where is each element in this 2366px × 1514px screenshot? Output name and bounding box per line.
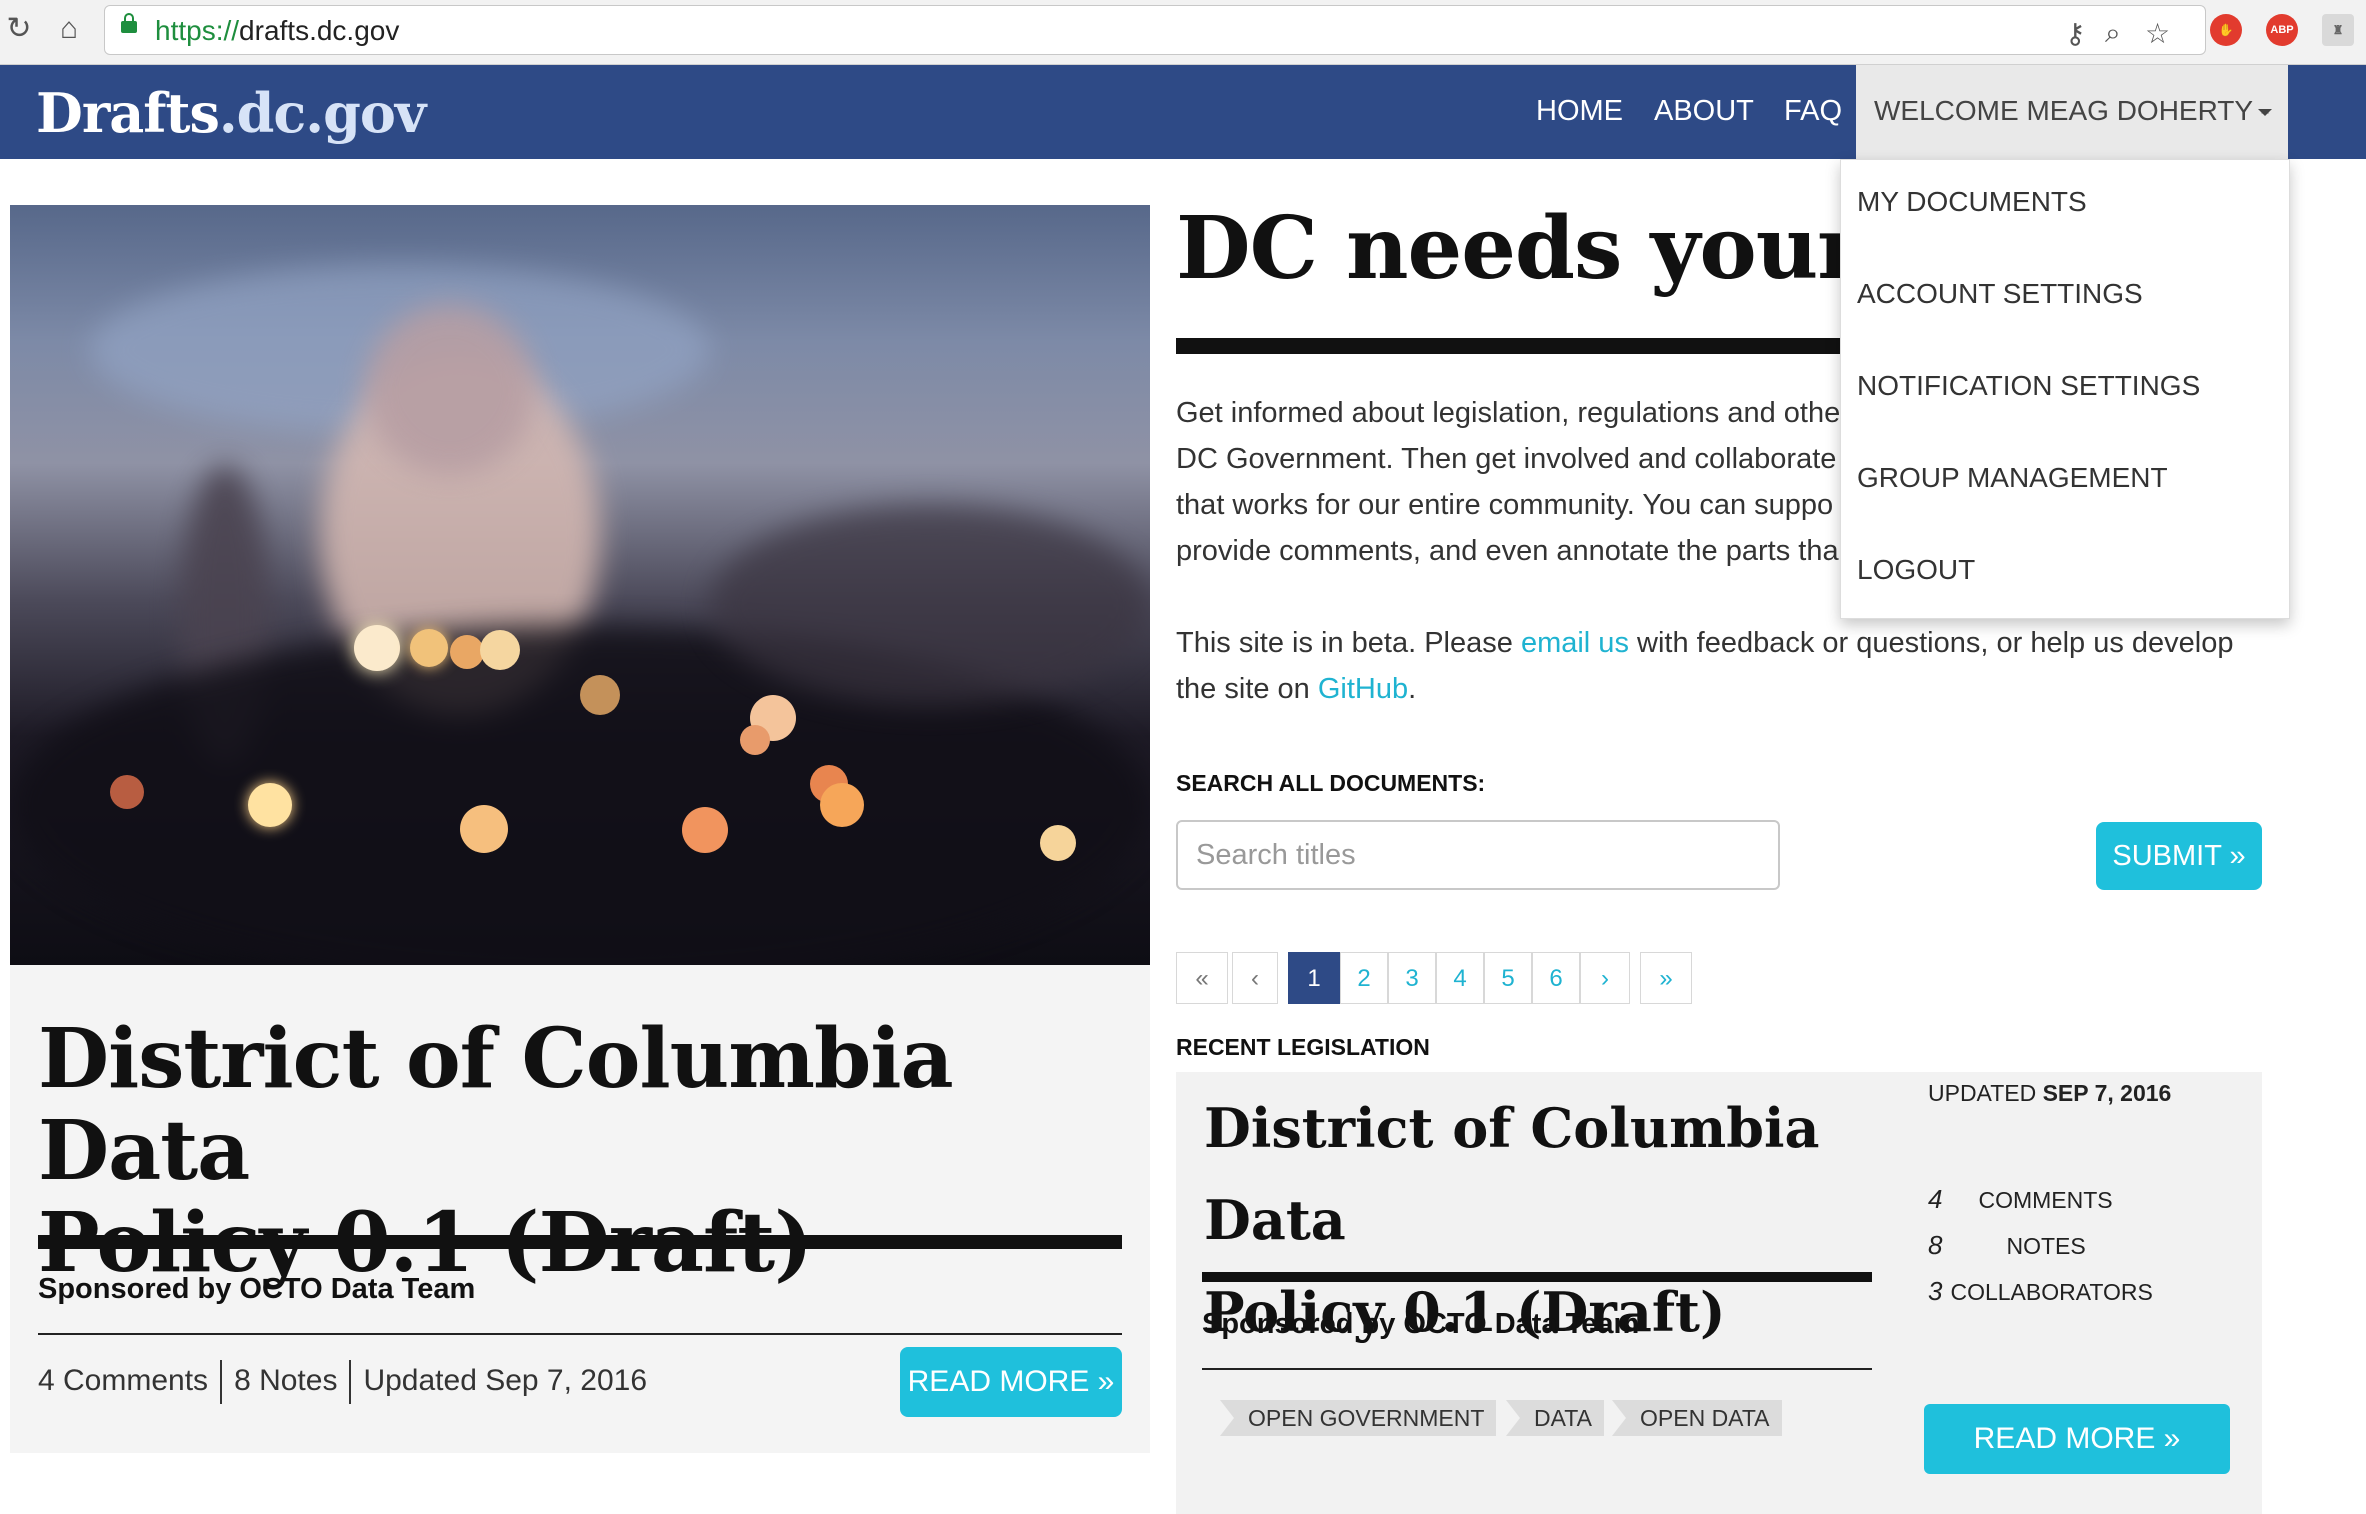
github-link[interactable]: GitHub: [1318, 673, 1408, 705]
page-2[interactable]: 2: [1340, 952, 1388, 1004]
recent-sponsor: Sponsored by OCTO Data Team: [1202, 1308, 1640, 1340]
menu-account-settings[interactable]: ACCOUNT SETTINGS: [1857, 278, 2143, 310]
extension-icon[interactable]: ♜: [2322, 14, 2354, 46]
recent-read-more-button[interactable]: READ MORE »: [1924, 1404, 2230, 1474]
recent-legislation-card: District of Columbia Data Policy 0.1 (Dr…: [1176, 1072, 2262, 1514]
page-5[interactable]: 5: [1484, 952, 1532, 1004]
submit-button[interactable]: SUBMIT »: [2096, 822, 2262, 890]
page-first[interactable]: «: [1176, 952, 1228, 1004]
welcome-text: WELCOME MEAG DOHERTY -: [1874, 95, 2270, 126]
page-1[interactable]: 1: [1288, 952, 1340, 1004]
page-next[interactable]: ›: [1580, 952, 1630, 1004]
menu-notification-settings[interactable]: NOTIFICATION SETTINGS: [1857, 370, 2200, 402]
search-input[interactable]: [1176, 820, 1780, 890]
notes-count: 8 Notes: [234, 1363, 338, 1397]
divider: [1202, 1368, 1872, 1370]
user-dropdown-menu: MY DOCUMENTS ACCOUNT SETTINGS NOTIFICATI…: [1840, 159, 2290, 619]
email-us-link[interactable]: email us: [1521, 627, 1629, 659]
key-icon[interactable]: ⚷: [2065, 17, 2086, 50]
search-label: SEARCH ALL DOCUMENTS:: [1176, 770, 1486, 796]
page-headline: DC needs your v: [1176, 198, 1940, 299]
tag-open-data[interactable]: OPEN DATA: [1612, 1400, 1782, 1436]
page-prev[interactable]: ‹: [1232, 952, 1278, 1004]
page-3[interactable]: 3: [1388, 952, 1436, 1004]
feature-card: District of Columbia Data Policy 0.1 (Dr…: [10, 965, 1150, 1453]
site-navbar: Drafts.dc.gov HOME ABOUT FAQ WELCOME MEA…: [0, 65, 2366, 159]
nav-home[interactable]: HOME: [1536, 95, 1623, 128]
divider: [1202, 1272, 1872, 1282]
feature-read-more-button[interactable]: READ MORE »: [900, 1347, 1122, 1417]
address-bar[interactable]: https://drafts.dc.gov ⚷ ⌕ ☆: [104, 5, 2206, 55]
caret-down-icon: [2258, 109, 2272, 116]
stat-notes: 8 NOTES: [1928, 1230, 2086, 1260]
menu-my-documents[interactable]: MY DOCUMENTS: [1857, 186, 2087, 218]
adblock-extension-icon[interactable]: ABP: [2266, 14, 2298, 46]
stat-comments: 4 COMMENTS: [1928, 1184, 2113, 1214]
hero-image: [10, 205, 1150, 965]
user-menu-toggle[interactable]: WELCOME MEAG DOHERTY -: [1856, 65, 2288, 159]
menu-logout[interactable]: LOGOUT: [1857, 554, 1975, 586]
comments-count: 4 Comments: [38, 1363, 209, 1397]
stat-collaborators: 3 COLLABORATORS: [1928, 1276, 2153, 1306]
recent-updated: UPDATED SEP 7, 2016: [1928, 1080, 2172, 1106]
page-6[interactable]: 6: [1532, 952, 1580, 1004]
divider: [38, 1235, 1122, 1249]
home-icon[interactable]: ⌂: [52, 12, 86, 46]
menu-group-management[interactable]: GROUP MANAGEMENT: [1857, 462, 2168, 494]
stop-extension-icon[interactable]: ✋: [2210, 14, 2242, 46]
page-last[interactable]: »: [1640, 952, 1692, 1004]
site-logo[interactable]: Drafts.dc.gov: [36, 81, 426, 145]
secure-lock-icon: [121, 13, 137, 33]
page-4[interactable]: 4: [1436, 952, 1484, 1004]
recent-legislation-label: RECENT LEGISLATION: [1176, 1034, 1430, 1060]
url-text: https://drafts.dc.gov: [155, 15, 400, 46]
browser-toolbar: ↻ ⌂ https://drafts.dc.gov ⚷ ⌕ ☆ ✋ ABP ♜: [0, 0, 2366, 65]
divider: [38, 1333, 1122, 1335]
bookmark-star-icon[interactable]: ☆: [2145, 17, 2170, 50]
nav-about[interactable]: ABOUT: [1654, 95, 1754, 128]
feature-meta: 4 Comments 8 Notes Updated Sep 7, 2016: [38, 1360, 647, 1404]
tag-data[interactable]: DATA: [1506, 1400, 1604, 1436]
feature-sponsor: Sponsored by OCTO Data Team: [38, 1273, 476, 1305]
tag-open-government[interactable]: OPEN GOVERNMENT: [1220, 1400, 1497, 1436]
zoom-icon[interactable]: ⌕: [2105, 17, 2121, 50]
updated-date: Updated Sep 7, 2016: [363, 1363, 648, 1397]
reload-icon[interactable]: ↻: [2, 12, 36, 46]
nav-faq[interactable]: FAQ: [1784, 95, 1842, 128]
